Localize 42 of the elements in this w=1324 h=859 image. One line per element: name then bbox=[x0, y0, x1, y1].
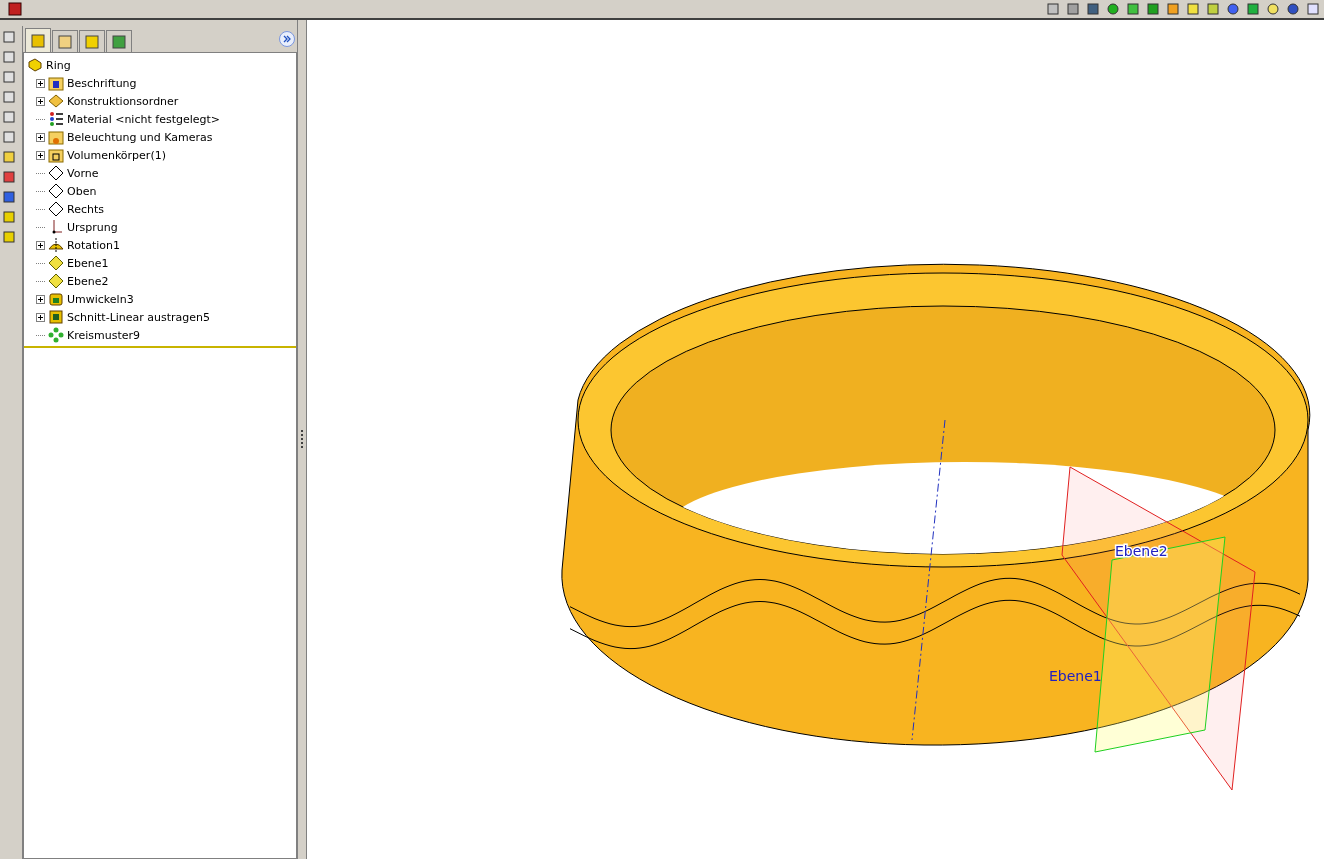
double-chevron-icon bbox=[283, 35, 291, 43]
tree-item[interactable]: Umwickeln3 bbox=[67, 292, 134, 306]
diamond-icon bbox=[48, 93, 64, 109]
cut-box-icon bbox=[48, 309, 64, 325]
cylinder-icon bbox=[48, 291, 64, 307]
folder-cube-icon bbox=[48, 147, 64, 163]
app-icon[interactable] bbox=[8, 2, 22, 16]
tree-item[interactable]: Schnitt-Linear austragen5 bbox=[67, 310, 211, 324]
folder-sun-icon bbox=[48, 129, 64, 145]
tree-item[interactable]: Konstruktionsordner bbox=[67, 94, 179, 108]
tree-item[interactable]: Material <nicht festgelegt> bbox=[67, 112, 221, 126]
folder-icon bbox=[48, 75, 64, 91]
panel-tab[interactable] bbox=[25, 28, 51, 52]
panel-tab[interactable] bbox=[79, 30, 105, 52]
panel-tab[interactable] bbox=[106, 30, 132, 52]
tree-item[interactable]: Ebene2 bbox=[67, 274, 109, 288]
tree-item[interactable]: Vorne bbox=[67, 166, 99, 180]
expand-icon[interactable] bbox=[36, 240, 45, 250]
expand-icon[interactable] bbox=[36, 294, 45, 304]
expand-button[interactable] bbox=[279, 31, 295, 47]
tree-item[interactable]: Ebene1 bbox=[67, 256, 109, 270]
expand-icon[interactable] bbox=[36, 132, 45, 142]
tree-item[interactable]: Rechts bbox=[67, 202, 104, 216]
expand-icon[interactable] bbox=[36, 78, 45, 88]
tree-item[interactable]: Ring bbox=[46, 58, 71, 72]
tree-item[interactable]: Beleuchtung und Kameras bbox=[67, 130, 213, 144]
tree-item[interactable]: Volumenkörper(1) bbox=[67, 148, 166, 162]
point-icon[interactable] bbox=[1106, 2, 1120, 16]
expand-icon[interactable] bbox=[36, 150, 45, 160]
expand-icon[interactable] bbox=[36, 312, 45, 322]
tree-item[interactable]: Oben bbox=[67, 184, 97, 198]
panel-tab[interactable] bbox=[52, 30, 78, 52]
tree-item[interactable]: Beschriftung bbox=[67, 76, 137, 90]
tree-item[interactable]: Rotation1 bbox=[67, 238, 120, 252]
material-list-icon bbox=[48, 111, 64, 127]
plane-label: Ebene1 bbox=[1049, 668, 1102, 684]
tree-item[interactable]: Ursprung bbox=[67, 220, 118, 234]
revolve-icon bbox=[48, 237, 64, 253]
tree-item[interactable]: Kreismuster9 bbox=[67, 328, 141, 342]
vertex-icon[interactable] bbox=[1226, 2, 1240, 16]
expand-icon[interactable] bbox=[36, 96, 45, 106]
circular-pattern-icon bbox=[48, 327, 64, 343]
